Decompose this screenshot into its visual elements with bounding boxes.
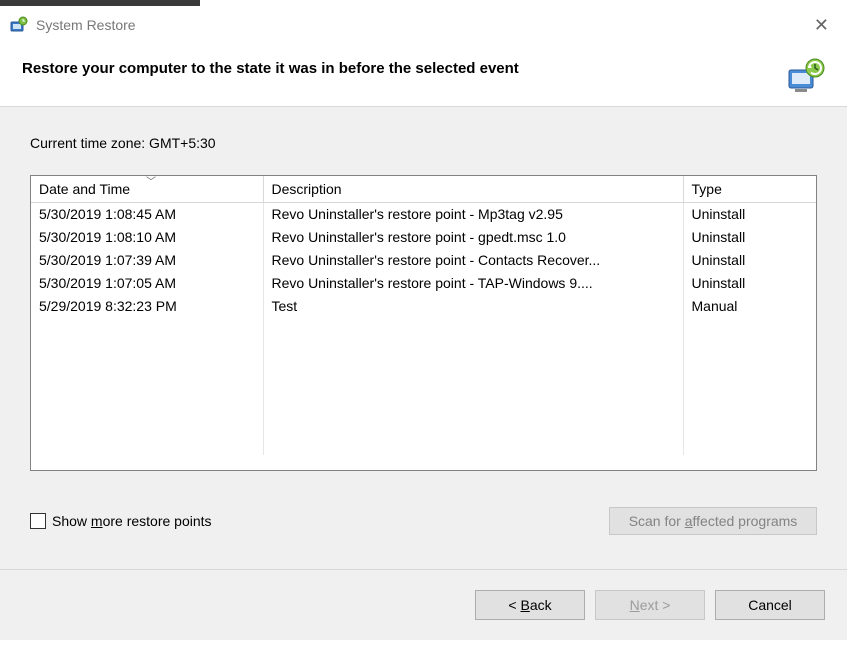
cell-desc	[263, 340, 683, 363]
table-row[interactable]: 5/30/2019 1:08:45 AMRevo Uninstaller's r…	[31, 202, 816, 225]
cell-type	[683, 386, 816, 409]
scan-affected-programs-button: Scan for affected programs	[609, 507, 817, 535]
system-restore-icon	[10, 16, 28, 34]
cell-dt	[31, 317, 263, 340]
cell-type	[683, 363, 816, 386]
cell-type: Uninstall	[683, 202, 816, 225]
sort-desc-icon: ﹀	[146, 175, 156, 188]
table-row	[31, 409, 816, 432]
header: Restore your computer to the state it wa…	[0, 42, 847, 106]
column-header-label: Date and Time	[39, 181, 130, 197]
checkbox-icon	[30, 513, 46, 529]
cell-desc: Revo Uninstaller's restore point - Conta…	[263, 248, 683, 271]
show-more-checkbox[interactable]: Show more restore points	[30, 513, 212, 529]
cell-desc: Revo Uninstaller's restore point - TAP-W…	[263, 271, 683, 294]
cell-type	[683, 432, 816, 455]
footer: < Back Next > Cancel	[0, 569, 847, 640]
column-header-description[interactable]: Description	[263, 176, 683, 202]
table-row[interactable]: 5/30/2019 1:07:05 AMRevo Uninstaller's r…	[31, 271, 816, 294]
cell-desc	[263, 386, 683, 409]
cell-desc: Revo Uninstaller's restore point - gpedt…	[263, 225, 683, 248]
back-button[interactable]: < Back	[475, 590, 585, 620]
cell-dt: 5/29/2019 8:32:23 PM	[31, 294, 263, 317]
table-row	[31, 432, 816, 455]
cell-desc	[263, 363, 683, 386]
cell-dt: 5/30/2019 1:07:39 AM	[31, 248, 263, 271]
cell-dt: 5/30/2019 1:08:45 AM	[31, 202, 263, 225]
restore-wizard-icon	[785, 56, 825, 96]
cell-type: Uninstall	[683, 271, 816, 294]
page-heading: Restore your computer to the state it wa…	[22, 56, 773, 77]
cell-desc	[263, 317, 683, 340]
window-title: System Restore	[36, 17, 806, 33]
restore-points-table[interactable]: Date and Time ﹀ Description Type 5/30/20…	[30, 175, 817, 471]
cell-dt: 5/30/2019 1:08:10 AM	[31, 225, 263, 248]
cell-type: Uninstall	[683, 225, 816, 248]
table-row	[31, 340, 816, 363]
table-row	[31, 363, 816, 386]
next-button: Next >	[595, 590, 705, 620]
cancel-button[interactable]: Cancel	[715, 590, 825, 620]
cell-desc: Revo Uninstaller's restore point - Mp3ta…	[263, 202, 683, 225]
cell-desc	[263, 409, 683, 432]
cell-type	[683, 340, 816, 363]
cell-type: Uninstall	[683, 248, 816, 271]
column-header-date-time[interactable]: Date and Time ﹀	[31, 176, 263, 202]
table-row	[31, 317, 816, 340]
cell-type	[683, 317, 816, 340]
cell-dt	[31, 409, 263, 432]
timezone-label: Current time zone: GMT+5:30	[30, 135, 817, 151]
table-row[interactable]: 5/30/2019 1:07:39 AMRevo Uninstaller's r…	[31, 248, 816, 271]
table-row[interactable]: 5/29/2019 8:32:23 PMTestManual	[31, 294, 816, 317]
cell-type	[683, 409, 816, 432]
close-icon[interactable]: ✕	[806, 15, 837, 36]
table-row	[31, 386, 816, 409]
cell-desc	[263, 432, 683, 455]
cell-dt	[31, 386, 263, 409]
cell-desc: Test	[263, 294, 683, 317]
cell-dt	[31, 432, 263, 455]
cell-dt: 5/30/2019 1:07:05 AM	[31, 271, 263, 294]
show-more-label: Show more restore points	[52, 513, 212, 529]
table-row[interactable]: 5/30/2019 1:08:10 AMRevo Uninstaller's r…	[31, 225, 816, 248]
column-header-type[interactable]: Type	[683, 176, 816, 202]
cell-dt	[31, 340, 263, 363]
titlebar: System Restore ✕	[0, 6, 847, 42]
cell-type: Manual	[683, 294, 816, 317]
content-panel: Current time zone: GMT+5:30 Date and Tim…	[0, 107, 847, 569]
cell-dt	[31, 363, 263, 386]
